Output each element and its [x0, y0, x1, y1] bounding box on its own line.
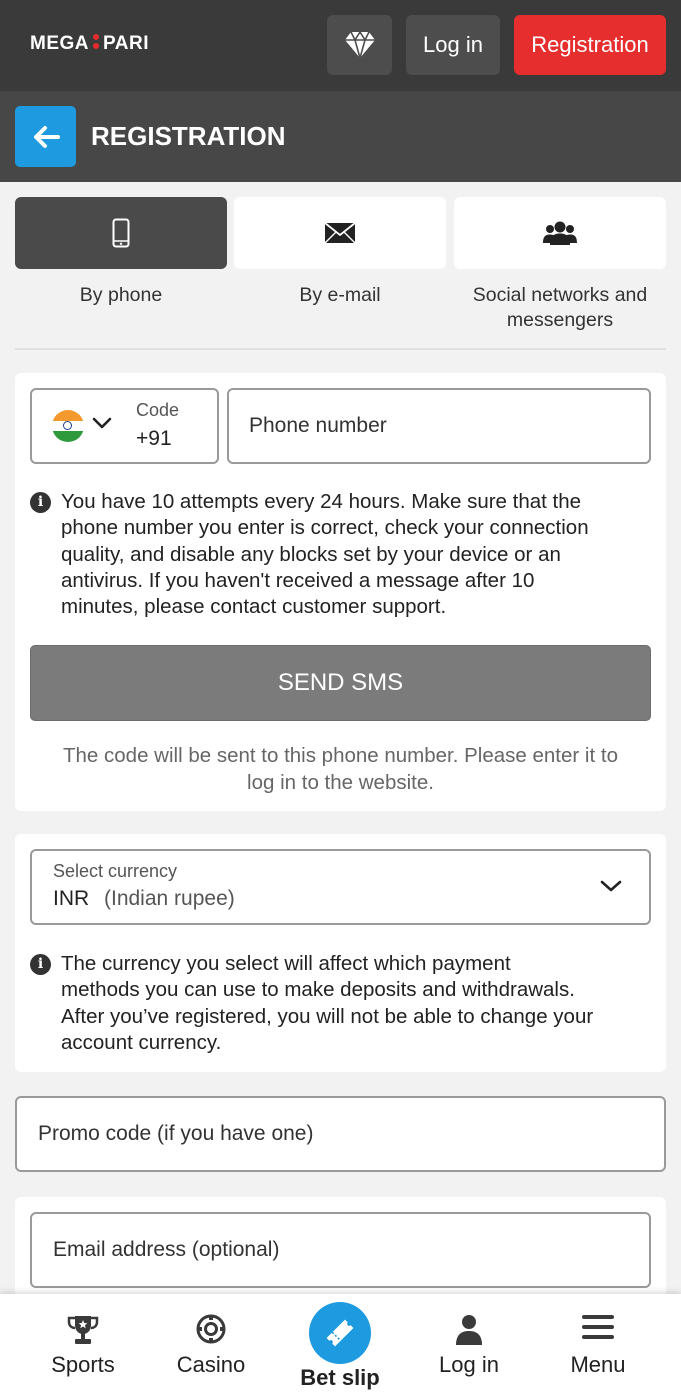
phone-info-line-3: quality, and disable any blocks set by y…	[61, 542, 561, 566]
chevron-down-icon	[92, 417, 112, 429]
currency-info-line-3: After you’ve registered, you will not be…	[61, 1004, 594, 1028]
currency-select[interactable]: Select currency INR (Indian rupee)	[30, 849, 651, 925]
phone-info-line-5: minutes, please contact customer support…	[61, 595, 447, 619]
bottom-navigation: Sports Casino Bet slip Log in Menu	[0, 1294, 681, 1400]
currency-label: Select currency	[53, 861, 178, 881]
tab-social-label-line2: messengers	[506, 309, 614, 331]
sms-note-line2: log in to the website.	[247, 771, 434, 794]
phone-number-field[interactable]	[227, 388, 651, 464]
trophy-icon	[67, 1316, 99, 1344]
tab-by-email-label: By e-mail	[299, 284, 381, 306]
india-flag-icon	[52, 410, 84, 442]
promo-code-field[interactable]	[15, 1096, 666, 1172]
top-bar: MEGA PARI Log in Registration	[0, 0, 681, 91]
email-input[interactable]	[53, 1214, 653, 1286]
nav-sports[interactable]: Sports	[15, 1294, 151, 1400]
tab-social-label-line1: Social networks and	[472, 284, 648, 306]
login-button[interactable]: Log in	[406, 15, 500, 75]
registration-button[interactable]: Registration	[514, 15, 666, 75]
back-button[interactable]	[15, 106, 76, 167]
tab-by-phone-label: By phone	[79, 284, 163, 306]
tab-social-label: Social networks and messengers	[454, 283, 666, 333]
code-value: +91	[136, 427, 172, 450]
currency-card: Select currency INR (Indian rupee) i The…	[15, 834, 666, 1072]
user-icon	[456, 1315, 482, 1345]
nav-menu-label: Menu	[570, 1352, 626, 1377]
currency-info-line-2: methods you can use to make deposits and…	[61, 978, 575, 1002]
currency-info-line-1: The currency you select will affect whic…	[61, 952, 511, 975]
divider	[15, 348, 666, 350]
code-label: Code	[136, 400, 180, 420]
currency-code: INR	[53, 887, 90, 910]
megapari-logo[interactable]: MEGA PARI	[30, 33, 149, 55]
phone-icon	[112, 218, 130, 248]
diamond-icon	[344, 30, 375, 60]
envelope-icon	[324, 222, 356, 244]
sms-note: The code will be sent to this phone numb…	[30, 742, 651, 796]
currency-info-notice: i The currency you select will affect wh…	[30, 951, 651, 1061]
nav-bet-slip[interactable]: Bet slip	[272, 1294, 408, 1400]
nav-casino[interactable]: Casino	[143, 1294, 279, 1400]
arrow-left-icon	[33, 125, 60, 148]
tab-social-networks[interactable]	[454, 197, 666, 269]
nav-sports-label: Sports	[51, 1352, 115, 1377]
chevron-down-icon	[600, 880, 622, 892]
users-group-icon	[543, 221, 577, 245]
phone-info-line-2: phone number you enter is correct, check…	[61, 516, 589, 540]
registration-header: REGISTRATION	[0, 91, 681, 182]
ticket-icon	[326, 1319, 354, 1347]
phone-info-line-1: You have 10 attempts every 24 hours. Mak…	[61, 490, 582, 513]
logo-text-left: MEGA	[30, 33, 89, 54]
email-field[interactable]	[30, 1212, 653, 1288]
currency-info-line-4: account currency.	[61, 1030, 222, 1054]
phone-registration-card: Code +91 i You have 10 attempts every 24…	[15, 373, 666, 811]
logo-text-right: PARI	[103, 33, 149, 54]
currency-name: (Indian rupee)	[104, 887, 235, 910]
vip-diamond-button[interactable]	[327, 15, 392, 75]
info-icon: i	[30, 492, 51, 513]
phone-info-line-4: antivirus. If you haven't received a mes…	[61, 568, 535, 592]
phone-info-notice: i You have 10 attempts every 24 hours. M…	[30, 489, 651, 629]
page-title: REGISTRATION	[91, 121, 286, 151]
promo-code-input[interactable]	[38, 1098, 638, 1170]
info-icon: i	[30, 954, 51, 975]
tab-by-phone[interactable]	[15, 197, 227, 269]
nav-login[interactable]: Log in	[401, 1294, 537, 1400]
menu-icon	[582, 1315, 614, 1339]
phone-number-input[interactable]	[249, 390, 629, 462]
nav-bet-slip-label: Bet slip	[300, 1365, 380, 1390]
nav-casino-label: Casino	[176, 1352, 246, 1377]
logo-dots	[91, 32, 101, 51]
casino-chip-icon	[196, 1314, 226, 1344]
tab-by-email[interactable]	[234, 197, 446, 269]
country-code-select[interactable]: Code +91	[30, 388, 219, 464]
sms-note-line1: The code will be sent to this phone numb…	[63, 744, 618, 767]
send-sms-button[interactable]: SEND SMS	[30, 645, 651, 721]
nav-login-label: Log in	[439, 1352, 499, 1377]
bet-slip-circle	[309, 1302, 371, 1364]
nav-menu[interactable]: Menu	[530, 1294, 666, 1400]
